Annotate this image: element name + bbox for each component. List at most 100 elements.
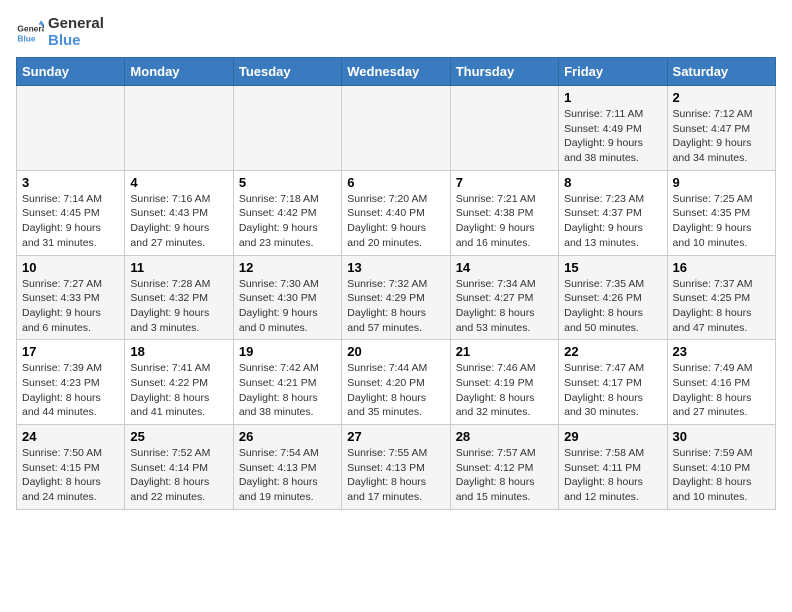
day-cell: 4 Sunrise: 7:16 AM Sunset: 4:43 PM Daylig… [125,170,233,255]
day-cell: 6 Sunrise: 7:20 AM Sunset: 4:40 PM Daylig… [342,170,450,255]
day-info: Sunrise: 7:46 AM Sunset: 4:19 PM Dayligh… [456,361,553,420]
day-number: 18 [130,344,227,359]
logo: General Blue General Blue [16,16,104,49]
day-cell: 8 Sunrise: 7:23 AM Sunset: 4:37 PM Daylig… [559,170,667,255]
header-row: SundayMondayTuesdayWednesdayThursdayFrid… [17,58,776,86]
day-cell: 21 Sunrise: 7:46 AM Sunset: 4:19 PM Dayli… [450,340,558,425]
day-cell: 1Sunrise: 7:11 AM Sunset: 4:49 PM Daylig… [559,86,667,171]
day-info: Sunrise: 7:44 AM Sunset: 4:20 PM Dayligh… [347,361,444,420]
day-cell: 2 Sunrise: 7:12 AM Sunset: 4:47 PM Daylig… [667,86,775,171]
day-info: Sunrise: 7:16 AM Sunset: 4:43 PM Dayligh… [130,192,227,251]
day-header-monday: Monday [125,58,233,86]
day-info: Sunrise: 7:32 AM Sunset: 4:29 PM Dayligh… [347,277,444,336]
logo-icon: General Blue [16,19,44,47]
day-cell: 11 Sunrise: 7:28 AM Sunset: 4:32 PM Dayli… [125,255,233,340]
day-number: 26 [239,429,336,444]
day-info: Sunrise: 7:34 AM Sunset: 4:27 PM Dayligh… [456,277,553,336]
day-cell: 26 Sunrise: 7:54 AM Sunset: 4:13 PM Dayli… [233,425,341,510]
day-info: Sunrise: 7:30 AM Sunset: 4:30 PM Dayligh… [239,277,336,336]
day-number: 28 [456,429,553,444]
day-info: Sunrise: 7:55 AM Sunset: 4:13 PM Dayligh… [347,446,444,505]
day-cell [233,86,341,171]
day-cell: 3 Sunrise: 7:14 AM Sunset: 4:45 PM Daylig… [17,170,125,255]
day-info: Sunrise: 7:18 AM Sunset: 4:42 PM Dayligh… [239,192,336,251]
day-info: Sunrise: 7:23 AM Sunset: 4:37 PM Dayligh… [564,192,661,251]
day-cell: 22 Sunrise: 7:47 AM Sunset: 4:17 PM Dayli… [559,340,667,425]
day-cell: 24 Sunrise: 7:50 AM Sunset: 4:15 PM Dayli… [17,425,125,510]
day-number: 9 [673,175,770,190]
day-number: 6 [347,175,444,190]
day-number: 29 [564,429,661,444]
day-number: 5 [239,175,336,190]
day-info: Sunrise: 7:12 AM Sunset: 4:47 PM Dayligh… [673,107,770,166]
day-cell: 18 Sunrise: 7:41 AM Sunset: 4:22 PM Dayli… [125,340,233,425]
day-info: Sunrise: 7:37 AM Sunset: 4:25 PM Dayligh… [673,277,770,336]
week-row-4: 17 Sunrise: 7:39 AM Sunset: 4:23 PM Dayli… [17,340,776,425]
day-number: 24 [22,429,119,444]
day-cell: 19 Sunrise: 7:42 AM Sunset: 4:21 PM Dayli… [233,340,341,425]
day-cell: 12 Sunrise: 7:30 AM Sunset: 4:30 PM Dayli… [233,255,341,340]
day-cell: 28Sunrise: 7:57 AM Sunset: 4:12 PM Dayli… [450,425,558,510]
header: General Blue General Blue [16,16,776,49]
day-info: Sunrise: 7:21 AM Sunset: 4:38 PM Dayligh… [456,192,553,251]
day-cell [342,86,450,171]
day-cell [17,86,125,171]
day-number: 2 [673,90,770,105]
calendar-table: SundayMondayTuesdayWednesdayThursdayFrid… [16,57,776,510]
week-row-3: 10 Sunrise: 7:27 AM Sunset: 4:33 PM Dayli… [17,255,776,340]
day-cell: 7 Sunrise: 7:21 AM Sunset: 4:38 PM Daylig… [450,170,558,255]
day-cell: 25Sunrise: 7:52 AM Sunset: 4:14 PM Dayli… [125,425,233,510]
day-number: 23 [673,344,770,359]
day-cell [450,86,558,171]
day-info: Sunrise: 7:27 AM Sunset: 4:33 PM Dayligh… [22,277,119,336]
day-number: 16 [673,260,770,275]
day-header-wednesday: Wednesday [342,58,450,86]
day-number: 4 [130,175,227,190]
day-info: Sunrise: 7:47 AM Sunset: 4:17 PM Dayligh… [564,361,661,420]
day-cell: 27 Sunrise: 7:55 AM Sunset: 4:13 PM Dayli… [342,425,450,510]
day-cell: 20 Sunrise: 7:44 AM Sunset: 4:20 PM Dayli… [342,340,450,425]
day-info: Sunrise: 7:11 AM Sunset: 4:49 PM Dayligh… [564,107,661,166]
day-info: Sunrise: 7:59 AM Sunset: 4:10 PM Dayligh… [673,446,770,505]
day-header-sunday: Sunday [17,58,125,86]
day-cell: 23Sunrise: 7:49 AM Sunset: 4:16 PM Dayli… [667,340,775,425]
day-info: Sunrise: 7:25 AM Sunset: 4:35 PM Dayligh… [673,192,770,251]
day-info: Sunrise: 7:39 AM Sunset: 4:23 PM Dayligh… [22,361,119,420]
day-number: 30 [673,429,770,444]
day-number: 8 [564,175,661,190]
day-info: Sunrise: 7:20 AM Sunset: 4:40 PM Dayligh… [347,192,444,251]
day-info: Sunrise: 7:41 AM Sunset: 4:22 PM Dayligh… [130,361,227,420]
day-number: 14 [456,260,553,275]
day-number: 27 [347,429,444,444]
day-cell: 16 Sunrise: 7:37 AM Sunset: 4:25 PM Dayli… [667,255,775,340]
day-number: 19 [239,344,336,359]
day-info: Sunrise: 7:35 AM Sunset: 4:26 PM Dayligh… [564,277,661,336]
day-number: 25 [130,429,227,444]
day-number: 7 [456,175,553,190]
day-number: 20 [347,344,444,359]
day-cell: 30 Sunrise: 7:59 AM Sunset: 4:10 PM Dayli… [667,425,775,510]
day-info: Sunrise: 7:50 AM Sunset: 4:15 PM Dayligh… [22,446,119,505]
day-number: 12 [239,260,336,275]
week-row-1: 1Sunrise: 7:11 AM Sunset: 4:49 PM Daylig… [17,86,776,171]
day-cell: 14 Sunrise: 7:34 AM Sunset: 4:27 PM Dayli… [450,255,558,340]
svg-text:General: General [17,23,44,33]
day-number: 17 [22,344,119,359]
day-header-saturday: Saturday [667,58,775,86]
day-number: 10 [22,260,119,275]
day-number: 15 [564,260,661,275]
day-info: Sunrise: 7:42 AM Sunset: 4:21 PM Dayligh… [239,361,336,420]
day-cell: 15 Sunrise: 7:35 AM Sunset: 4:26 PM Dayli… [559,255,667,340]
day-info: Sunrise: 7:54 AM Sunset: 4:13 PM Dayligh… [239,446,336,505]
day-header-tuesday: Tuesday [233,58,341,86]
day-cell: 9 Sunrise: 7:25 AM Sunset: 4:35 PM Daylig… [667,170,775,255]
day-number: 3 [22,175,119,190]
day-info: Sunrise: 7:28 AM Sunset: 4:32 PM Dayligh… [130,277,227,336]
day-number: 11 [130,260,227,275]
day-cell: 10 Sunrise: 7:27 AM Sunset: 4:33 PM Dayli… [17,255,125,340]
day-number: 22 [564,344,661,359]
svg-text:Blue: Blue [17,33,35,43]
day-info: Sunrise: 7:14 AM Sunset: 4:45 PM Dayligh… [22,192,119,251]
day-number: 21 [456,344,553,359]
day-number: 13 [347,260,444,275]
